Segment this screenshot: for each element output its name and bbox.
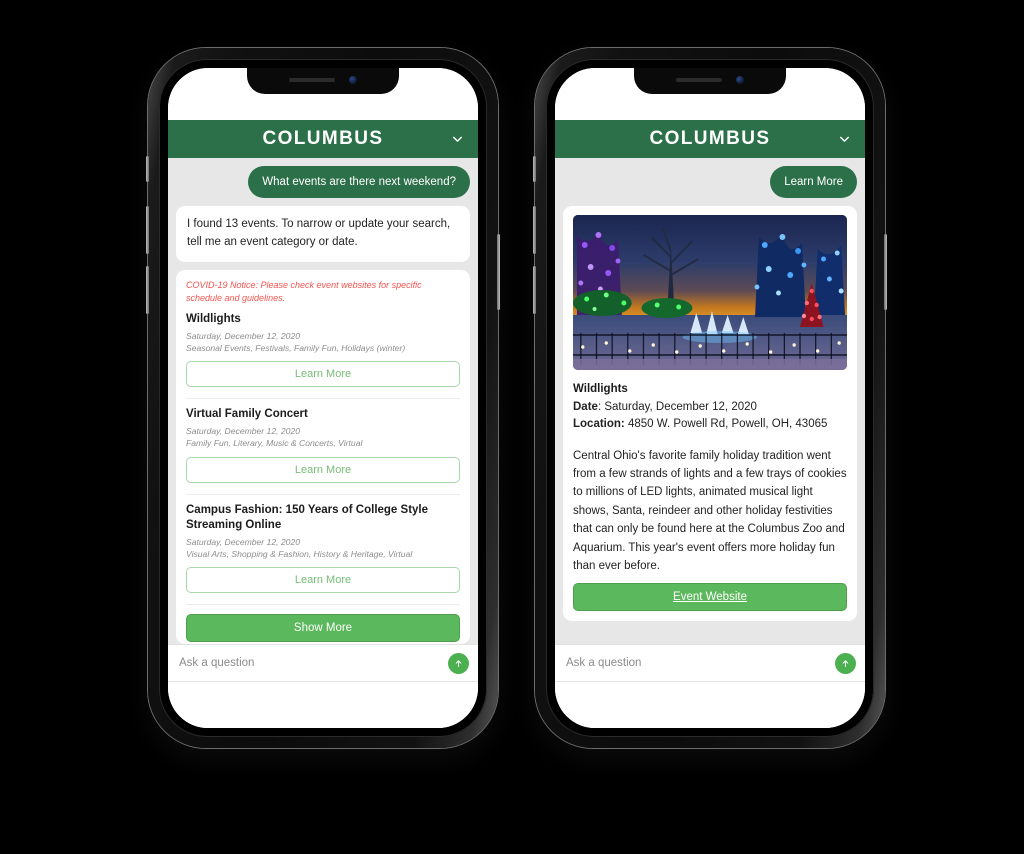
front-camera-icon xyxy=(736,75,744,84)
send-button[interactable] xyxy=(835,652,856,674)
event-title: Campus Fashion: 150 Years of College Sty… xyxy=(186,503,429,531)
list-divider xyxy=(186,398,460,400)
list-divider xyxy=(186,604,460,606)
earpiece-speaker-icon xyxy=(289,77,335,82)
send-button[interactable] xyxy=(448,652,469,674)
event-list-item: Wildlights Saturday, December 12, 2020 S… xyxy=(186,312,460,390)
arrow-up-icon xyxy=(455,659,462,667)
event-categories: Family Fun, Literary, Music & Concerts, … xyxy=(186,438,363,449)
silent-switch[interactable] xyxy=(146,156,149,182)
date-value: Saturday, December 12, 2020 xyxy=(604,400,757,413)
chevron-down-icon[interactable] xyxy=(451,133,464,146)
event-date: Saturday, December 12, 2020 xyxy=(186,426,301,437)
event-location-row: Location: 4850 W. Powell Rd, Powell, OH,… xyxy=(573,416,847,433)
user-message-bubble: Learn More xyxy=(770,166,857,199)
event-date: Saturday, December 12, 2020 xyxy=(186,330,301,341)
app-title: COLUMBUS xyxy=(649,128,771,149)
volume-up-button[interactable] xyxy=(533,206,536,254)
screenshot-stage: COLUMBUS What events are there next week… xyxy=(0,0,1024,854)
covid-notice: COVID-19 Notice: Please check event webs… xyxy=(186,280,422,303)
volume-down-button[interactable] xyxy=(533,266,536,314)
event-description: Central Ohio's favorite family holiday t… xyxy=(573,449,847,572)
event-website-button[interactable]: Event Website xyxy=(573,583,847,612)
date-label: Date xyxy=(573,400,598,413)
learn-more-button[interactable]: Learn More xyxy=(186,567,460,594)
event-date: Saturday, December 12, 2020 xyxy=(186,537,301,548)
app-header-left: COLUMBUS xyxy=(168,120,478,158)
message-input-bar xyxy=(168,644,478,682)
event-categories: Seasonal Events, Festivals, Family Fun, … xyxy=(186,342,406,353)
learn-more-button[interactable]: Learn More xyxy=(186,456,460,483)
volume-up-button[interactable] xyxy=(146,206,149,254)
chat-area-left: What events are there next weekend? I fo… xyxy=(168,158,478,644)
phone-bezel: COLUMBUS What events are there next week… xyxy=(159,59,487,737)
volume-down-button[interactable] xyxy=(146,266,149,314)
event-results-card: COVID-19 Notice: Please check event webs… xyxy=(176,270,470,644)
phone-mockup-right: COLUMBUS Learn More Wildlights Date: Sat… xyxy=(533,48,887,748)
phone-bezel: COLUMBUS Learn More Wildlights Date: Sat… xyxy=(546,59,874,737)
list-divider xyxy=(186,493,460,495)
event-detail-header: Wildlights Date: Saturday, December 12, … xyxy=(573,381,847,433)
event-title: Wildlights xyxy=(573,383,628,396)
holiday-lights-image xyxy=(573,215,847,371)
phone-notch xyxy=(247,68,399,94)
show-more-button[interactable]: Show More xyxy=(186,614,460,643)
home-indicator-space xyxy=(168,682,478,728)
app-header-right: COLUMBUS xyxy=(555,120,865,158)
event-title: Virtual Family Concert xyxy=(186,408,308,421)
event-photo xyxy=(573,215,847,371)
location-label: Location: xyxy=(573,418,625,431)
chat-area-right: Learn More Wildlights Date: Saturday, De… xyxy=(555,158,865,644)
earpiece-speaker-icon xyxy=(676,77,722,82)
event-title: Wildlights xyxy=(186,312,241,325)
event-categories: Visual Arts, Shopping & Fashion, History… xyxy=(186,549,413,560)
event-list-item: Virtual Family Concert Saturday, Decembe… xyxy=(186,407,460,485)
location-value: 4850 W. Powell Rd, Powell, OH, 43065 xyxy=(627,418,828,431)
silent-switch[interactable] xyxy=(533,156,536,182)
bot-message-bubble: I found 13 events. To narrow or update y… xyxy=(176,206,470,262)
chevron-down-icon[interactable] xyxy=(838,133,851,146)
front-camera-icon xyxy=(349,75,357,84)
event-list-item: Campus Fashion: 150 Years of College Sty… xyxy=(186,503,460,596)
home-indicator-space xyxy=(555,682,865,728)
phone-screen-left: COLUMBUS What events are there next week… xyxy=(168,68,478,728)
learn-more-button[interactable]: Learn More xyxy=(186,361,460,388)
power-button[interactable] xyxy=(884,234,887,310)
phone-notch xyxy=(634,68,786,94)
phone-screen-right: COLUMBUS Learn More Wildlights Date: Sat… xyxy=(555,68,865,728)
question-input[interactable] xyxy=(564,656,827,670)
user-message-bubble: What events are there next weekend? xyxy=(248,166,470,199)
event-date-row: Date: Saturday, December 12, 2020 xyxy=(573,399,847,416)
message-input-bar xyxy=(555,644,865,682)
app-title: COLUMBUS xyxy=(262,128,384,149)
question-input[interactable] xyxy=(177,656,440,670)
power-button[interactable] xyxy=(497,234,500,310)
event-detail-card: Wildlights Date: Saturday, December 12, … xyxy=(563,206,857,622)
phone-mockup-left: COLUMBUS What events are there next week… xyxy=(146,48,500,748)
arrow-up-icon xyxy=(842,659,849,667)
